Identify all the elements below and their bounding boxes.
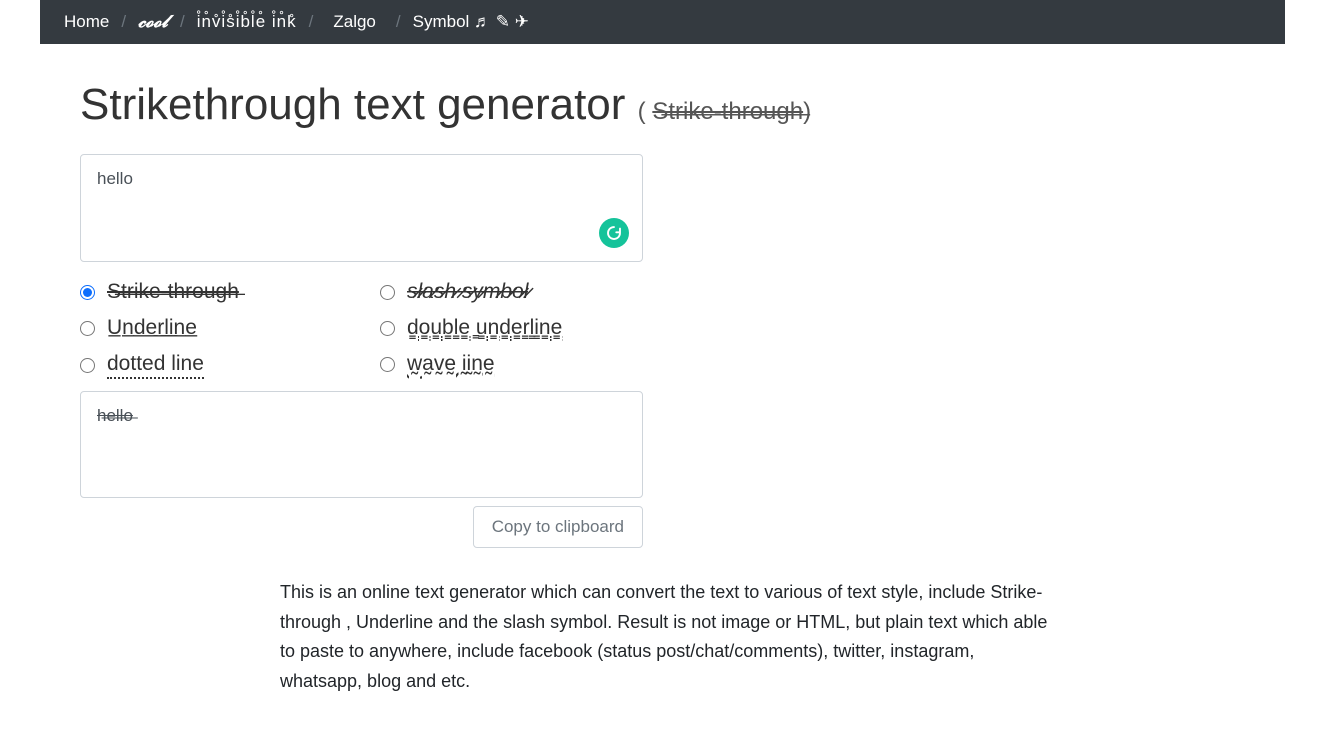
radio-slash-symbol[interactable] [380, 285, 395, 300]
nav-symbol[interactable]: Symbol ♬ ✎ ✈ [409, 12, 533, 32]
input-textarea[interactable] [80, 154, 643, 262]
nav-zalgo[interactable]: Zalgo [329, 12, 380, 31]
nav-separator: / [396, 12, 401, 32]
nav-separator: / [180, 12, 185, 32]
radio-double-underline[interactable] [380, 321, 395, 336]
nav-cool[interactable]: 𝓬𝓸𝓸𝓵 [134, 12, 172, 32]
label-dotted-line[interactable]: dotted line [107, 352, 204, 379]
label-underline[interactable]: U̲n̲d̲e̲r̲l̲i̲n̲e̲ [107, 316, 197, 340]
radio-underline[interactable] [80, 321, 95, 336]
nav-home[interactable]: Home [60, 12, 113, 32]
top-navbar: Home / 𝓬𝓸𝓸𝓵 / i̊n̊v̊i̊s̊i̊b̊l̊e̊ i̊n̊k̊ … [40, 0, 1285, 44]
copy-to-clipboard-button[interactable]: Copy to clipboard [473, 506, 643, 548]
description-text: This is an online text generator which c… [280, 578, 1050, 697]
nav-zalgo-wrap: ҉̵̞̟̠̖̗͇̿̀͆͊̅͛͑̂̓ ̷̨̡̢̛̝̀́̂̃̄̅̆̇̈̉̊ ҉̧̨̛… [321, 12, 388, 32]
input-wrapper [80, 154, 643, 262]
label-strike-through[interactable]: S̶t̶r̶i̶k̶e̶-̶t̶h̶r̶o̶u̶g̶h̶ [107, 280, 239, 304]
page-title: Strikethrough text generator ( S̶t̶r̶i̶k… [80, 80, 1245, 130]
label-slash-symbol[interactable]: s̷l̷a̷s̷h̷ ̷s̷y̷m̷b̷o̷l̷ [407, 280, 528, 304]
nav-separator: / [309, 12, 314, 32]
label-wave-line[interactable]: w̰a̰v̰ḛ ḭḭn̰ḛ [407, 352, 495, 376]
nav-separator: / [121, 12, 126, 32]
radio-dotted-line[interactable] [80, 358, 95, 373]
style-options: S̶t̶r̶i̶k̶e̶-̶t̶h̶r̶o̶u̶g̶h̶ U̲n̲d̲e̲r̲l… [80, 280, 1245, 379]
radio-strike-through[interactable] [80, 285, 95, 300]
output-textarea[interactable]: h̶e̶l̶l̶o̶ [80, 391, 643, 498]
label-double-underline[interactable]: d̳o̳u̳b̳l̳e̳ ̳u̳n̳d̳e̳r̳l̳i̳n̳e̳ [407, 316, 562, 340]
nav-invisible-ink[interactable]: i̊n̊v̊i̊s̊i̊b̊l̊e̊ i̊n̊k̊ [193, 12, 301, 32]
radio-wave-line[interactable] [380, 357, 395, 372]
